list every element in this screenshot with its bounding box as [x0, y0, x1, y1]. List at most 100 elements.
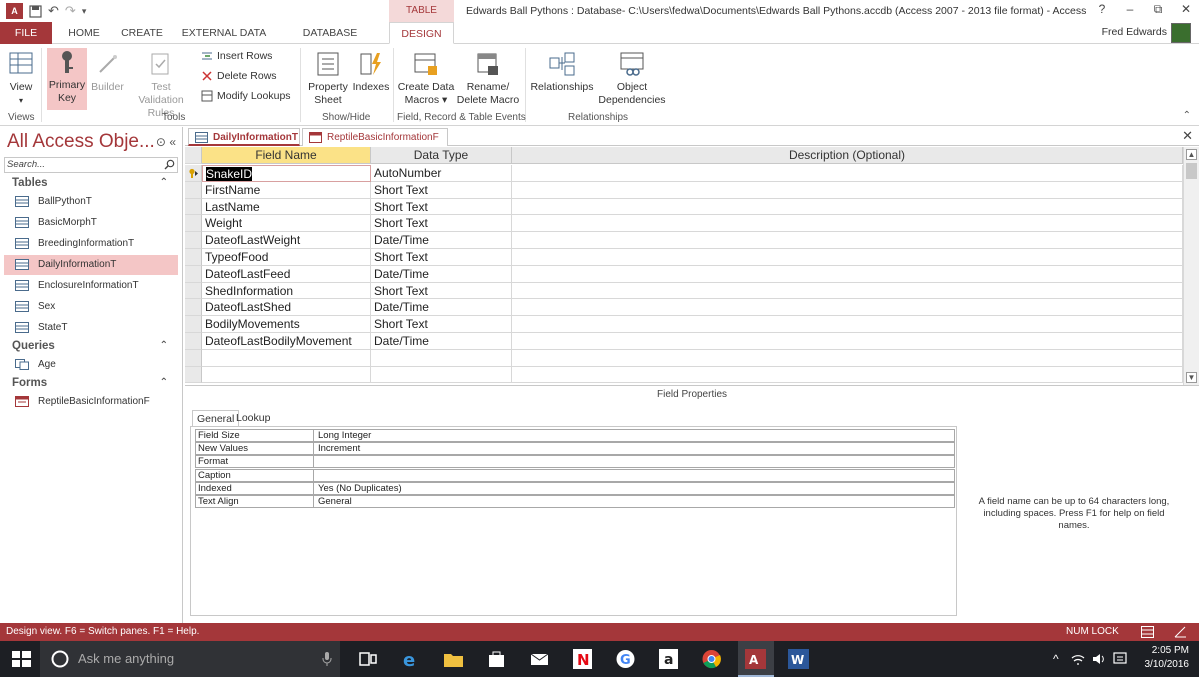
- field-name-cell[interactable]: DateofLastShed: [202, 299, 371, 317]
- file-explorer-icon[interactable]: [443, 649, 464, 669]
- collapse-ribbon-icon[interactable]: ⌃: [1183, 110, 1191, 121]
- wifi-icon[interactable]: [1071, 653, 1085, 665]
- relationships-button[interactable]: Relationships: [529, 50, 595, 108]
- row-selector[interactable]: [185, 333, 202, 350]
- minimize-button[interactable]: –: [1123, 2, 1137, 17]
- data-type-cell[interactable]: AutoNumber: [371, 165, 512, 182]
- property-value[interactable]: Increment: [313, 442, 955, 456]
- field-name-cell[interactable]: BodilyMovements: [202, 316, 371, 333]
- description-cell[interactable]: [512, 165, 1183, 182]
- volume-icon[interactable]: [1092, 653, 1106, 665]
- search-icon[interactable]: [164, 159, 175, 170]
- row-selector[interactable]: [185, 215, 202, 233]
- data-type-cell[interactable]: Date/Time: [371, 265, 512, 283]
- chevron-up-icon[interactable]: ⌃: [160, 177, 168, 188]
- nav-section-queries[interactable]: Queries ⌃: [12, 340, 172, 352]
- data-type-cell[interactable]: Date/Time: [371, 333, 512, 350]
- doc-tab-reptilebasicinformationf[interactable]: ReptileBasicInformationF: [302, 128, 448, 146]
- data-type-cell[interactable]: Short Text: [371, 215, 512, 233]
- property-value[interactable]: Yes (No Duplicates): [313, 481, 955, 495]
- field-name-cell[interactable]: [202, 349, 371, 367]
- description-cell[interactable]: [512, 232, 1183, 249]
- field-name-cell[interactable]: TypeofFood: [202, 249, 371, 266]
- row-selector[interactable]: [185, 282, 202, 300]
- property-row[interactable]: Field Size Long Integer: [195, 429, 955, 442]
- chrome-icon[interactable]: [701, 649, 722, 669]
- tab-file[interactable]: FILE: [0, 22, 52, 44]
- word-taskbar-icon[interactable]: W: [788, 649, 809, 669]
- row-selector[interactable]: [185, 366, 202, 384]
- avatar[interactable]: [1171, 23, 1191, 43]
- property-value[interactable]: General: [313, 495, 955, 508]
- row-selector[interactable]: [185, 316, 202, 333]
- chevron-up-icon[interactable]: ⌃: [160, 377, 168, 388]
- property-sheet-button[interactable]: Property Sheet: [306, 50, 350, 108]
- tab-database-tools[interactable]: DATABASE TOOLS: [284, 22, 376, 61]
- description-cell[interactable]: [512, 198, 1183, 216]
- rename-delete-macro-button[interactable]: Rename/Delete Macro: [456, 50, 520, 108]
- taskbar-access-active[interactable]: A: [738, 641, 774, 677]
- field-name-cell[interactable]: ShedInformation: [202, 282, 371, 300]
- property-row[interactable]: Format: [195, 455, 955, 469]
- row-selector[interactable]: [185, 249, 202, 266]
- property-row[interactable]: Caption: [195, 468, 955, 482]
- row-selector[interactable]: [185, 198, 202, 216]
- nav-query-age[interactable]: Age: [4, 355, 178, 375]
- cortana-search-box[interactable]: Ask me anything: [40, 641, 340, 677]
- netflix-icon[interactable]: N: [572, 649, 593, 669]
- property-row[interactable]: Text Align General: [195, 495, 955, 508]
- description-cell[interactable]: [512, 249, 1183, 266]
- property-value[interactable]: [313, 455, 955, 469]
- system-clock[interactable]: 2:05 PM 3/10/2016: [1145, 644, 1190, 672]
- design-view-icon[interactable]: [1174, 626, 1187, 638]
- row-selector[interactable]: [185, 349, 202, 367]
- nav-table-dailyinformationt[interactable]: DailyInformationT: [4, 255, 178, 275]
- modify-lookups-button[interactable]: Modify Lookups: [201, 90, 291, 102]
- builder-button[interactable]: Builder: [89, 50, 126, 108]
- edge-browser-icon[interactable]: e: [401, 649, 422, 669]
- primary-key-button[interactable]: Primary Key: [47, 48, 87, 110]
- description-cell[interactable]: [512, 316, 1183, 333]
- microphone-icon[interactable]: [322, 652, 332, 666]
- store-icon[interactable]: [486, 649, 507, 669]
- data-type-cell[interactable]: Date/Time: [371, 299, 512, 317]
- chevron-up-icon[interactable]: ⌃: [160, 340, 168, 351]
- property-value[interactable]: Long Integer: [313, 429, 955, 442]
- property-row[interactable]: New Values Increment: [195, 442, 955, 456]
- description-cell[interactable]: [512, 349, 1183, 367]
- tab-create[interactable]: CREATE: [118, 22, 166, 44]
- redo-icon[interactable]: ↷: [65, 3, 76, 19]
- object-dependencies-button[interactable]: Object Dependencies: [597, 50, 667, 108]
- row-selector[interactable]: [185, 232, 202, 249]
- row-selector[interactable]: [185, 299, 202, 317]
- task-view-icon[interactable]: [358, 649, 379, 669]
- close-document-icon[interactable]: ✕: [1182, 128, 1193, 144]
- nav-form-reptilebasicinformationf[interactable]: ReptileBasicInformationF: [4, 392, 178, 412]
- indexes-button[interactable]: Indexes: [352, 50, 390, 108]
- description-cell[interactable]: [512, 299, 1183, 317]
- row-selector[interactable]: [185, 165, 202, 182]
- nav-table-ballpythont[interactable]: BallPythonT: [4, 192, 178, 212]
- delete-rows-button[interactable]: Delete Rows: [201, 70, 277, 82]
- data-type-cell[interactable]: Short Text: [371, 282, 512, 300]
- description-cell[interactable]: [512, 333, 1183, 350]
- customize-toolbar-icon[interactable]: ▾: [82, 6, 87, 17]
- description-cell[interactable]: [512, 282, 1183, 300]
- scroll-thumb[interactable]: [1186, 163, 1197, 179]
- close-button[interactable]: ✕: [1179, 2, 1193, 17]
- datasheet-view-icon[interactable]: [1141, 626, 1154, 638]
- data-type-cell[interactable]: Short Text: [371, 181, 512, 199]
- nav-table-basicmorpht[interactable]: BasicMorphT: [4, 213, 178, 233]
- data-type-cell[interactable]: Date/Time: [371, 232, 512, 249]
- row-selector[interactable]: [185, 181, 202, 199]
- tab-external-data[interactable]: EXTERNAL DATA: [181, 22, 267, 44]
- tray-expand-icon[interactable]: ^: [1053, 652, 1059, 666]
- view-button[interactable]: View ▾: [4, 50, 38, 108]
- tab-lookup[interactable]: Lookup: [232, 410, 274, 427]
- field-name-cell[interactable]: DateofLastWeight: [202, 232, 371, 249]
- mail-icon[interactable]: [529, 649, 550, 669]
- insert-rows-button[interactable]: Insert Rows: [201, 50, 272, 62]
- data-type-cell[interactable]: [371, 366, 512, 384]
- field-name-cell[interactable]: [202, 366, 371, 384]
- property-row[interactable]: Indexed Yes (No Duplicates): [195, 481, 955, 495]
